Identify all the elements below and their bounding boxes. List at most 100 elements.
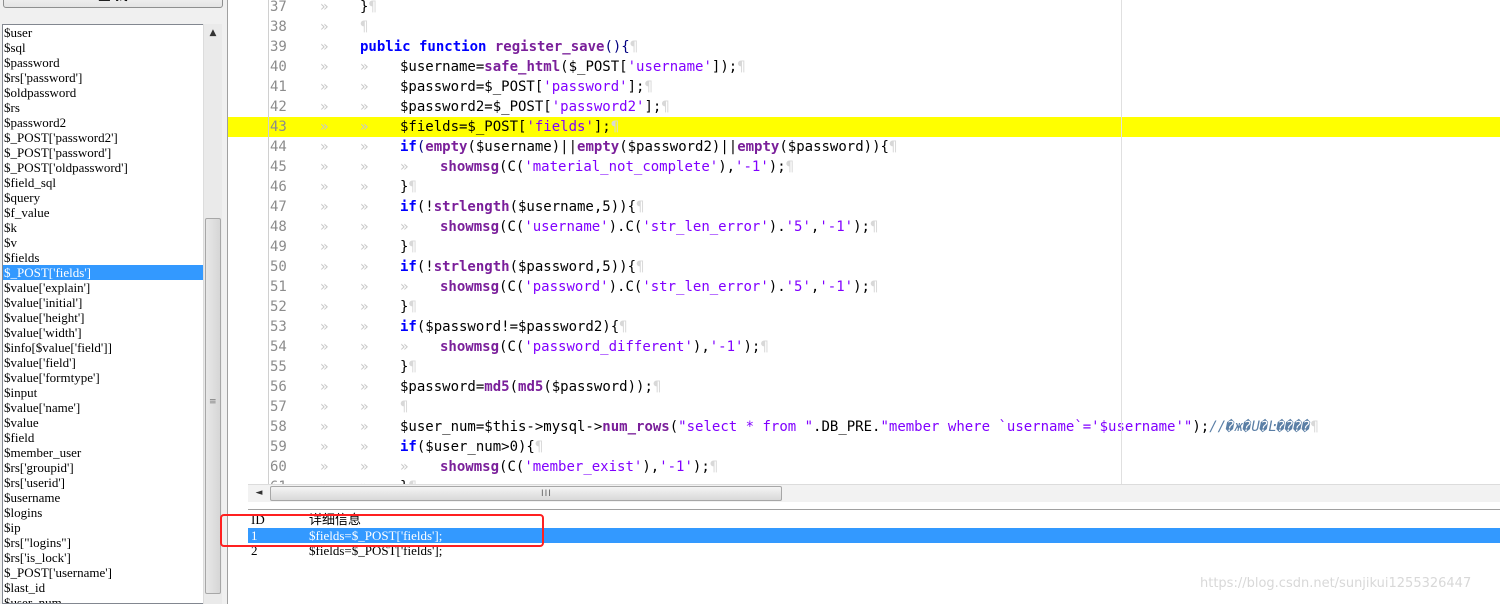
variable-item[interactable]: $rs['groupid'] (3, 460, 204, 475)
code-line[interactable]: 54 » » » showmsg(C('password_different'),'-1… (228, 337, 1500, 357)
variable-item[interactable]: $value['field'] (3, 355, 204, 370)
code-editor[interactable]: 37 »}¶ 38 » ¶ 39 » public function register_sav… (228, 0, 1500, 484)
variable-item[interactable]: $value['width'] (3, 325, 204, 340)
variable-item[interactable]: $_POST['fields'] (3, 265, 204, 280)
pilcrow-icon: ¶ (888, 139, 898, 155)
code-line[interactable]: 38 » ¶ (228, 17, 1500, 37)
scroll-up-arrow-icon[interactable]: ▲ (204, 24, 222, 42)
code-line[interactable]: 56»» $password=md5(md5($password));¶ (228, 377, 1500, 397)
code-text: $user_num=$this->mysql->num_rows("select… (400, 417, 1319, 437)
variable-item[interactable]: $rs (3, 100, 204, 115)
variable-item[interactable]: $value['name'] (3, 400, 204, 415)
variable-item[interactable]: $user_num (3, 595, 204, 603)
code-line[interactable]: 44 » » if(empty($username)||empty($password… (228, 137, 1500, 157)
variable-item[interactable]: $password2 (3, 115, 204, 130)
code-line[interactable]: 39 » public function register_save(){¶ (228, 37, 1500, 57)
scroll-left-arrow-icon[interactable]: ◄ (252, 486, 266, 501)
variable-item[interactable]: $_POST['password'] (3, 145, 204, 160)
code-line[interactable]: 45 » » » showmsg(C('material_not_complete'),… (228, 157, 1500, 177)
code-token: '-1' (735, 159, 769, 175)
variable-item[interactable]: $field (3, 430, 204, 445)
code-line[interactable]: 57 » » ¶ (228, 397, 1500, 417)
variable-item[interactable]: $k (3, 220, 204, 235)
code-token: ); (692, 459, 710, 475)
scrollbar-thumb[interactable]: ≡ (205, 218, 221, 594)
code-token: ]; (593, 119, 611, 135)
variable-item[interactable]: $rs["logins"] (3, 535, 204, 550)
variable-item[interactable]: $rs['userid'] (3, 475, 204, 490)
code-line[interactable]: 41 » » $password=$_POST['password'];¶ (228, 77, 1500, 97)
code-token: ($username,5)){ (509, 199, 637, 215)
variable-item[interactable]: $value['explain'] (3, 280, 204, 295)
code-line[interactable]: 37 »}¶ (228, 0, 1500, 17)
variable-item[interactable]: $query (3, 190, 204, 205)
variable-item[interactable]: $password (3, 55, 204, 70)
tab-marker-icon: » (320, 339, 329, 355)
code-line[interactable]: 51 » » » showmsg(C('password').C('str_len_er… (228, 277, 1500, 297)
code-token: ($password)){ (779, 139, 889, 155)
tab-marker-icon: » (320, 359, 329, 375)
variable-item[interactable]: $sql (3, 40, 204, 55)
code-token: '5' (785, 219, 811, 235)
variable-item[interactable]: $input (3, 385, 204, 400)
variable-item[interactable]: $value['initial'] (3, 295, 204, 310)
tab-marker-icon: » (360, 379, 369, 395)
variable-item[interactable]: $_POST['username'] (3, 565, 204, 580)
variable-item[interactable]: $_POST['password2'] (3, 130, 204, 145)
variable-item[interactable]: $fields (3, 250, 204, 265)
code-line[interactable]: 55 » »}¶ (228, 357, 1500, 377)
variable-item[interactable]: $value['height'] (3, 310, 204, 325)
pilcrow-icon: ¶ (408, 299, 417, 315)
code-line[interactable]: 52 » »}¶ (228, 297, 1500, 317)
code-token: //�ж�U�Ŀ���� (1209, 419, 1311, 435)
code-line[interactable]: 42 » » $password2=$_POST['password2'];¶ (228, 97, 1500, 117)
variable-item[interactable]: $logins (3, 505, 204, 520)
code-token: .DB_PRE. (813, 419, 881, 435)
variable-item[interactable]: $rs['is_lock'] (3, 550, 204, 565)
code-text: }¶ (400, 177, 417, 197)
variable-item[interactable]: $info[$value['field']] (3, 340, 204, 355)
horizontal-scrollbar-thumb[interactable]: III (270, 486, 782, 501)
variable-item[interactable]: $value (3, 415, 204, 430)
variable-item[interactable]: $rs['password'] (3, 70, 204, 85)
code-line[interactable]: 43 » » $fields=$_POST['fields'];¶ (228, 117, 1500, 137)
variable-list[interactable]: $user $sql $password $rs['password'] $oldpas… (2, 24, 204, 604)
line-number: 41 (270, 79, 287, 95)
variable-item[interactable]: $f_value (3, 205, 204, 220)
code-line[interactable]: 40 » » $username=safe_html($_POST['username… (228, 57, 1500, 77)
code-line[interactable]: 61 » »}¶ (228, 477, 1500, 484)
variable-item[interactable]: $member_user (3, 445, 204, 460)
code-line[interactable]: 53 » » if($password!=$password2){¶ (228, 317, 1500, 337)
code-text: showmsg(C('member_exist'),'-1');¶ (440, 457, 718, 477)
code-line[interactable]: 46 » »}¶ (228, 177, 1500, 197)
variable-item[interactable]: $value['formtype'] (3, 370, 204, 385)
variable-item[interactable]: $username (3, 490, 204, 505)
search-button[interactable]: 查 找 (3, 0, 223, 8)
code-token: ($password!=$password2){ (416, 319, 620, 335)
variable-item[interactable]: $user (3, 25, 204, 40)
variable-item[interactable]: $oldpassword (3, 85, 204, 100)
code-text: public function register_save(){¶ (360, 37, 638, 57)
code-line[interactable]: 49 » »}¶ (228, 237, 1500, 257)
variable-item[interactable]: $v (3, 235, 204, 250)
code-line[interactable]: 47 » » if(!strlength($username,5)){¶ (228, 197, 1500, 217)
pilcrow-icon: ¶ (368, 0, 377, 15)
code-line[interactable]: 60 » » » showmsg(C('member_exist'),'-1');¶ (228, 457, 1500, 477)
editor-horizontal-scrollbar[interactable]: ◄ III (248, 484, 1500, 502)
code-token: showmsg (440, 279, 500, 295)
line-number: 46 (270, 179, 287, 195)
edge-column-guide (1121, 0, 1122, 484)
variable-item[interactable]: $last_id (3, 580, 204, 595)
code-line[interactable]: 58 » » $user_num=$this->mysql->num_rows("se… (228, 417, 1500, 437)
variable-item[interactable]: $field_sql (3, 175, 204, 190)
code-text: if(!strlength($password,5)){¶ (400, 257, 644, 277)
code-line[interactable]: 59 » » if($user_num>0){¶ (228, 437, 1500, 457)
pilcrow-icon: ¶ (760, 339, 769, 355)
variable-item[interactable]: $ip (3, 520, 204, 535)
code-line[interactable]: 50 » » if(!strlength($password,5)){¶ (228, 257, 1500, 277)
variable-item[interactable]: $_POST['oldpassword'] (3, 160, 204, 175)
line-number: 45 (270, 159, 287, 175)
tab-marker-icon: » (400, 339, 409, 355)
code-token: empty (737, 139, 780, 155)
code-line[interactable]: 48 » » » showmsg(C('username').C('str_len_er… (228, 217, 1500, 237)
